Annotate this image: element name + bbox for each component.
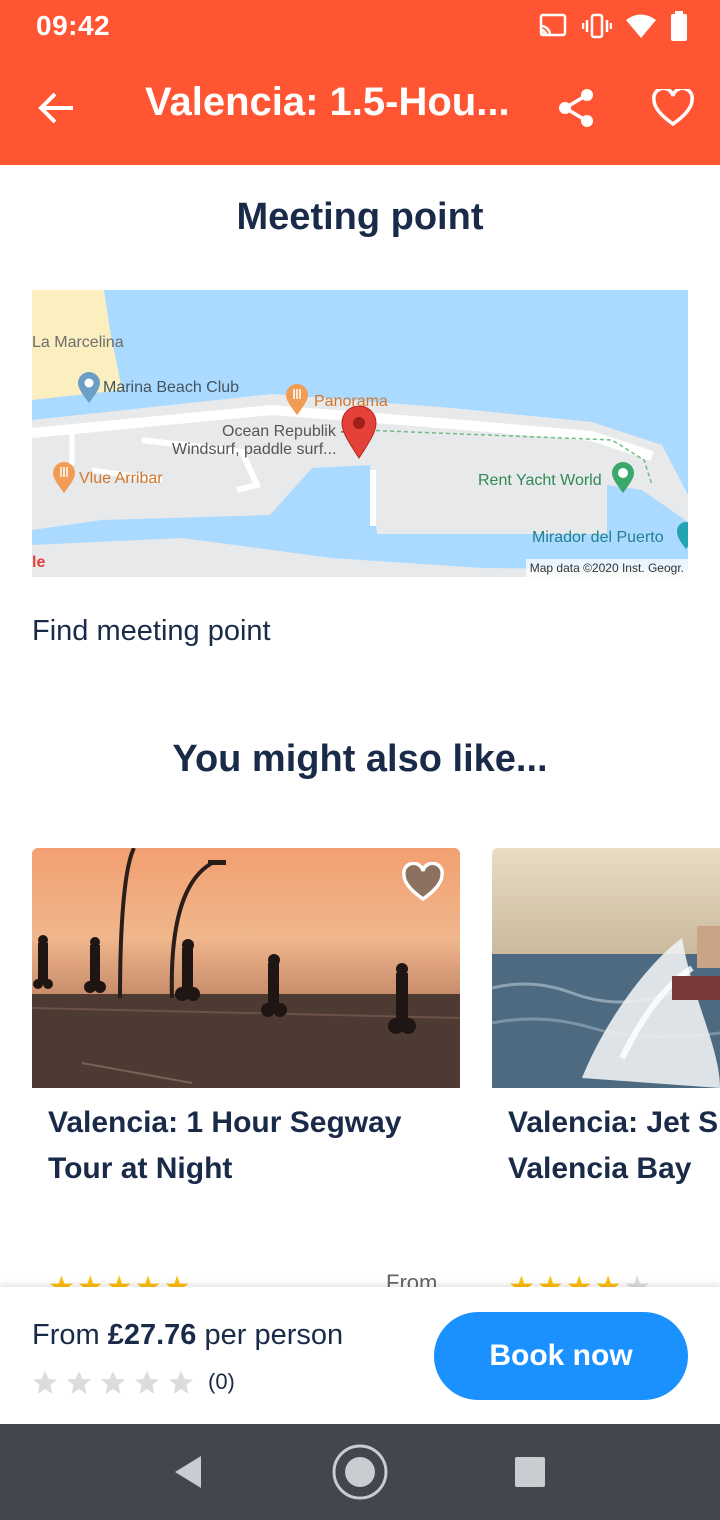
teal-pin-icon <box>677 522 688 549</box>
related-heading: You might also like... <box>172 738 548 780</box>
map-label-mirador-del-puerto: Mirador del Puerto <box>532 529 664 546</box>
activity-card[interactable]: Valencia: 1 Hour Segway Tour at Night <box>32 848 460 1192</box>
star-empty-icon <box>33 1370 57 1394</box>
map-label-marina-beach-club: Marina Beach Club <box>103 379 240 396</box>
map-label-la-marcelina: La Marcelina <box>32 334 124 351</box>
cast-icon <box>539 13 567 37</box>
card-image <box>492 848 720 1088</box>
map-label-ocean-republik: Ocean Republik - <box>222 423 346 440</box>
nav-back-icon[interactable] <box>171 1454 205 1490</box>
booking-bar: From £27.76 per person (0) Book now <box>0 1287 720 1424</box>
star-empty-icon <box>169 1370 193 1394</box>
vibrate-icon <box>582 13 612 39</box>
map-label-windsurf: Windsurf, paddle surf... <box>172 441 337 458</box>
google-logo-fragment: le <box>32 554 46 571</box>
share-icon <box>559 89 593 127</box>
status-bar: 09:42 <box>0 0 720 52</box>
jet-ski-image <box>492 848 720 1088</box>
heart-outline-icon <box>652 89 694 127</box>
meeting-point-heading: Meeting point <box>236 196 484 238</box>
card-image <box>32 848 460 1088</box>
nav-home-icon[interactable] <box>331 1443 389 1501</box>
app-bar: Valencia: 1.5-Hou... <box>0 52 720 165</box>
rating-stars: (0) <box>32 1369 235 1395</box>
restaurant-pin-icon <box>286 384 308 415</box>
map-attribution: Map data ©2020 Inst. Geogr. <box>525 559 688 577</box>
meeting-point-map[interactable]: La Marcelina Marina Beach Club Panorama … <box>32 290 688 577</box>
price-value: £27.76 <box>107 1319 197 1351</box>
card-title: Valencia: Jet Sk Valencia Bay <box>508 1106 720 1185</box>
favorite-heart-icon[interactable] <box>402 862 444 904</box>
star-empty-icon <box>135 1370 159 1394</box>
map-pin-icon <box>78 372 100 403</box>
restaurant-pin-icon <box>53 462 75 493</box>
card-title: Valencia: 1 Hour Segway Tour at Night <box>48 1106 402 1185</box>
find-meeting-point-link[interactable]: Find meeting point <box>32 615 271 648</box>
page-title: Valencia: 1.5-Hou... <box>145 80 510 124</box>
map-label-vlue-arribar: Vlue Arribar <box>79 470 163 487</box>
battery-icon <box>671 11 687 41</box>
top-bar: 09:42 Valencia: 1.5-Hou... <box>0 0 720 165</box>
back-button[interactable] <box>30 82 82 134</box>
segway-sunset-image <box>32 848 460 1088</box>
favorite-button[interactable] <box>645 82 701 134</box>
nav-recents-icon[interactable] <box>514 1456 546 1488</box>
wifi-icon <box>626 14 656 38</box>
green-pin-icon <box>612 462 634 493</box>
map-label-rent-yacht-world: Rent Yacht World <box>478 472 602 489</box>
arrow-left-icon <box>38 92 73 124</box>
star-empty-icon <box>101 1370 125 1394</box>
share-button[interactable] <box>550 82 602 134</box>
system-nav-bar <box>0 1424 720 1520</box>
rating-count: (0) <box>208 1369 235 1394</box>
star-empty-icon <box>67 1370 91 1394</box>
status-time: 09:42 <box>36 10 111 41</box>
meeting-location-pin-icon <box>341 406 377 459</box>
price-text: From £27.76 per person <box>32 1319 344 1351</box>
activity-card[interactable]: Valencia: Jet Sk Valencia Bay <box>492 848 720 1192</box>
status-icons <box>538 10 688 42</box>
book-now-button[interactable]: Book now <box>434 1312 688 1400</box>
